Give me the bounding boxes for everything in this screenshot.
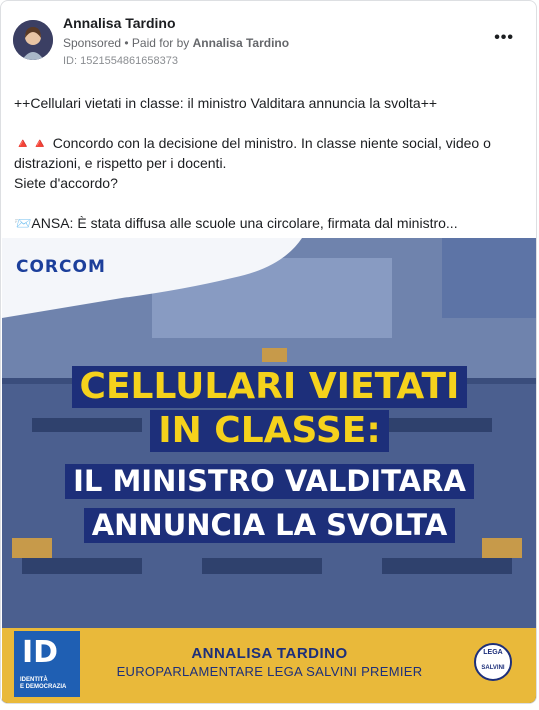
post-text-line-b: Siete d'accordo? <box>14 175 118 191</box>
paid-for-name[interactable]: Annalisa Tardino <box>193 36 289 50</box>
avatar[interactable] <box>13 20 53 60</box>
sponsor-line: Sponsored • Paid for by Annalisa Tardino <box>63 36 289 50</box>
sponsored-label: Sponsored <box>63 36 122 50</box>
ad-id: ID: 1521554861658373 <box>63 55 178 67</box>
lega-logo-top: LEGA <box>483 649 503 656</box>
paid-for-prefix: • Paid for by <box>121 36 193 50</box>
headline-text: IN CLASSE: <box>150 410 389 452</box>
creative-footer: ANNALISA TARDINO EUROPARLAMENTARE LEGA S… <box>2 628 536 703</box>
identita-democrazia-logo: ID IDENTITÀ E DEMOCRAZIA <box>14 631 80 697</box>
post-text-line: 📨ANSA: È stata diffusa alle scuole una c… <box>14 215 458 231</box>
headline-line-2: IN CLASSE: <box>2 410 536 452</box>
page-name[interactable]: Annalisa Tardino <box>63 15 176 31</box>
lega-logo: LEGA SALVINI <box>474 643 512 681</box>
subheadline-text: ANNUNCIA LA SVOLTA <box>83 508 456 543</box>
post-text-line-a: 🔺🔺 Concordo con la decisione del ministr… <box>14 135 491 171</box>
id-logo-mark: ID <box>22 635 59 670</box>
avatar-image <box>13 20 53 60</box>
ad-image[interactable]: CORCOM CELLULARI VIETATI IN CLASSE: IL M… <box>2 238 536 703</box>
subheadline-text: IL MINISTRO VALDITARA <box>65 464 474 499</box>
corcom-logo: CORCOM <box>16 257 106 277</box>
post-text-line: ++Cellulari vietati in classe: il minist… <box>14 95 438 111</box>
headline-line-1: CELLULARI VIETATI <box>2 366 536 408</box>
id-logo-caption: IDENTITÀ E DEMOCRAZIA <box>20 677 67 690</box>
lega-logo-bottom: SALVINI <box>481 665 505 671</box>
subheadline-line-2: ANNUNCIA LA SVOLTA <box>2 508 536 543</box>
footer-name: ANNALISA TARDINO <box>191 645 348 662</box>
ad-card: Annalisa Tardino Sponsored • Paid for by… <box>0 0 537 704</box>
post-header: Annalisa Tardino Sponsored • Paid for by… <box>1 1 536 76</box>
post-text-line: 🔺🔺 Concordo con la decisione del ministr… <box>14 133 519 193</box>
subheadline-line-1: IL MINISTRO VALDITARA <box>2 464 536 499</box>
headline-text: CELLULARI VIETATI <box>71 366 468 408</box>
post-text: ++Cellulari vietati in classe: il minist… <box>14 93 519 253</box>
footer-subtitle: EUROPARLAMENTARE LEGA SALVINI PREMIER <box>116 664 423 679</box>
more-options-icon[interactable]: ••• <box>494 29 514 47</box>
